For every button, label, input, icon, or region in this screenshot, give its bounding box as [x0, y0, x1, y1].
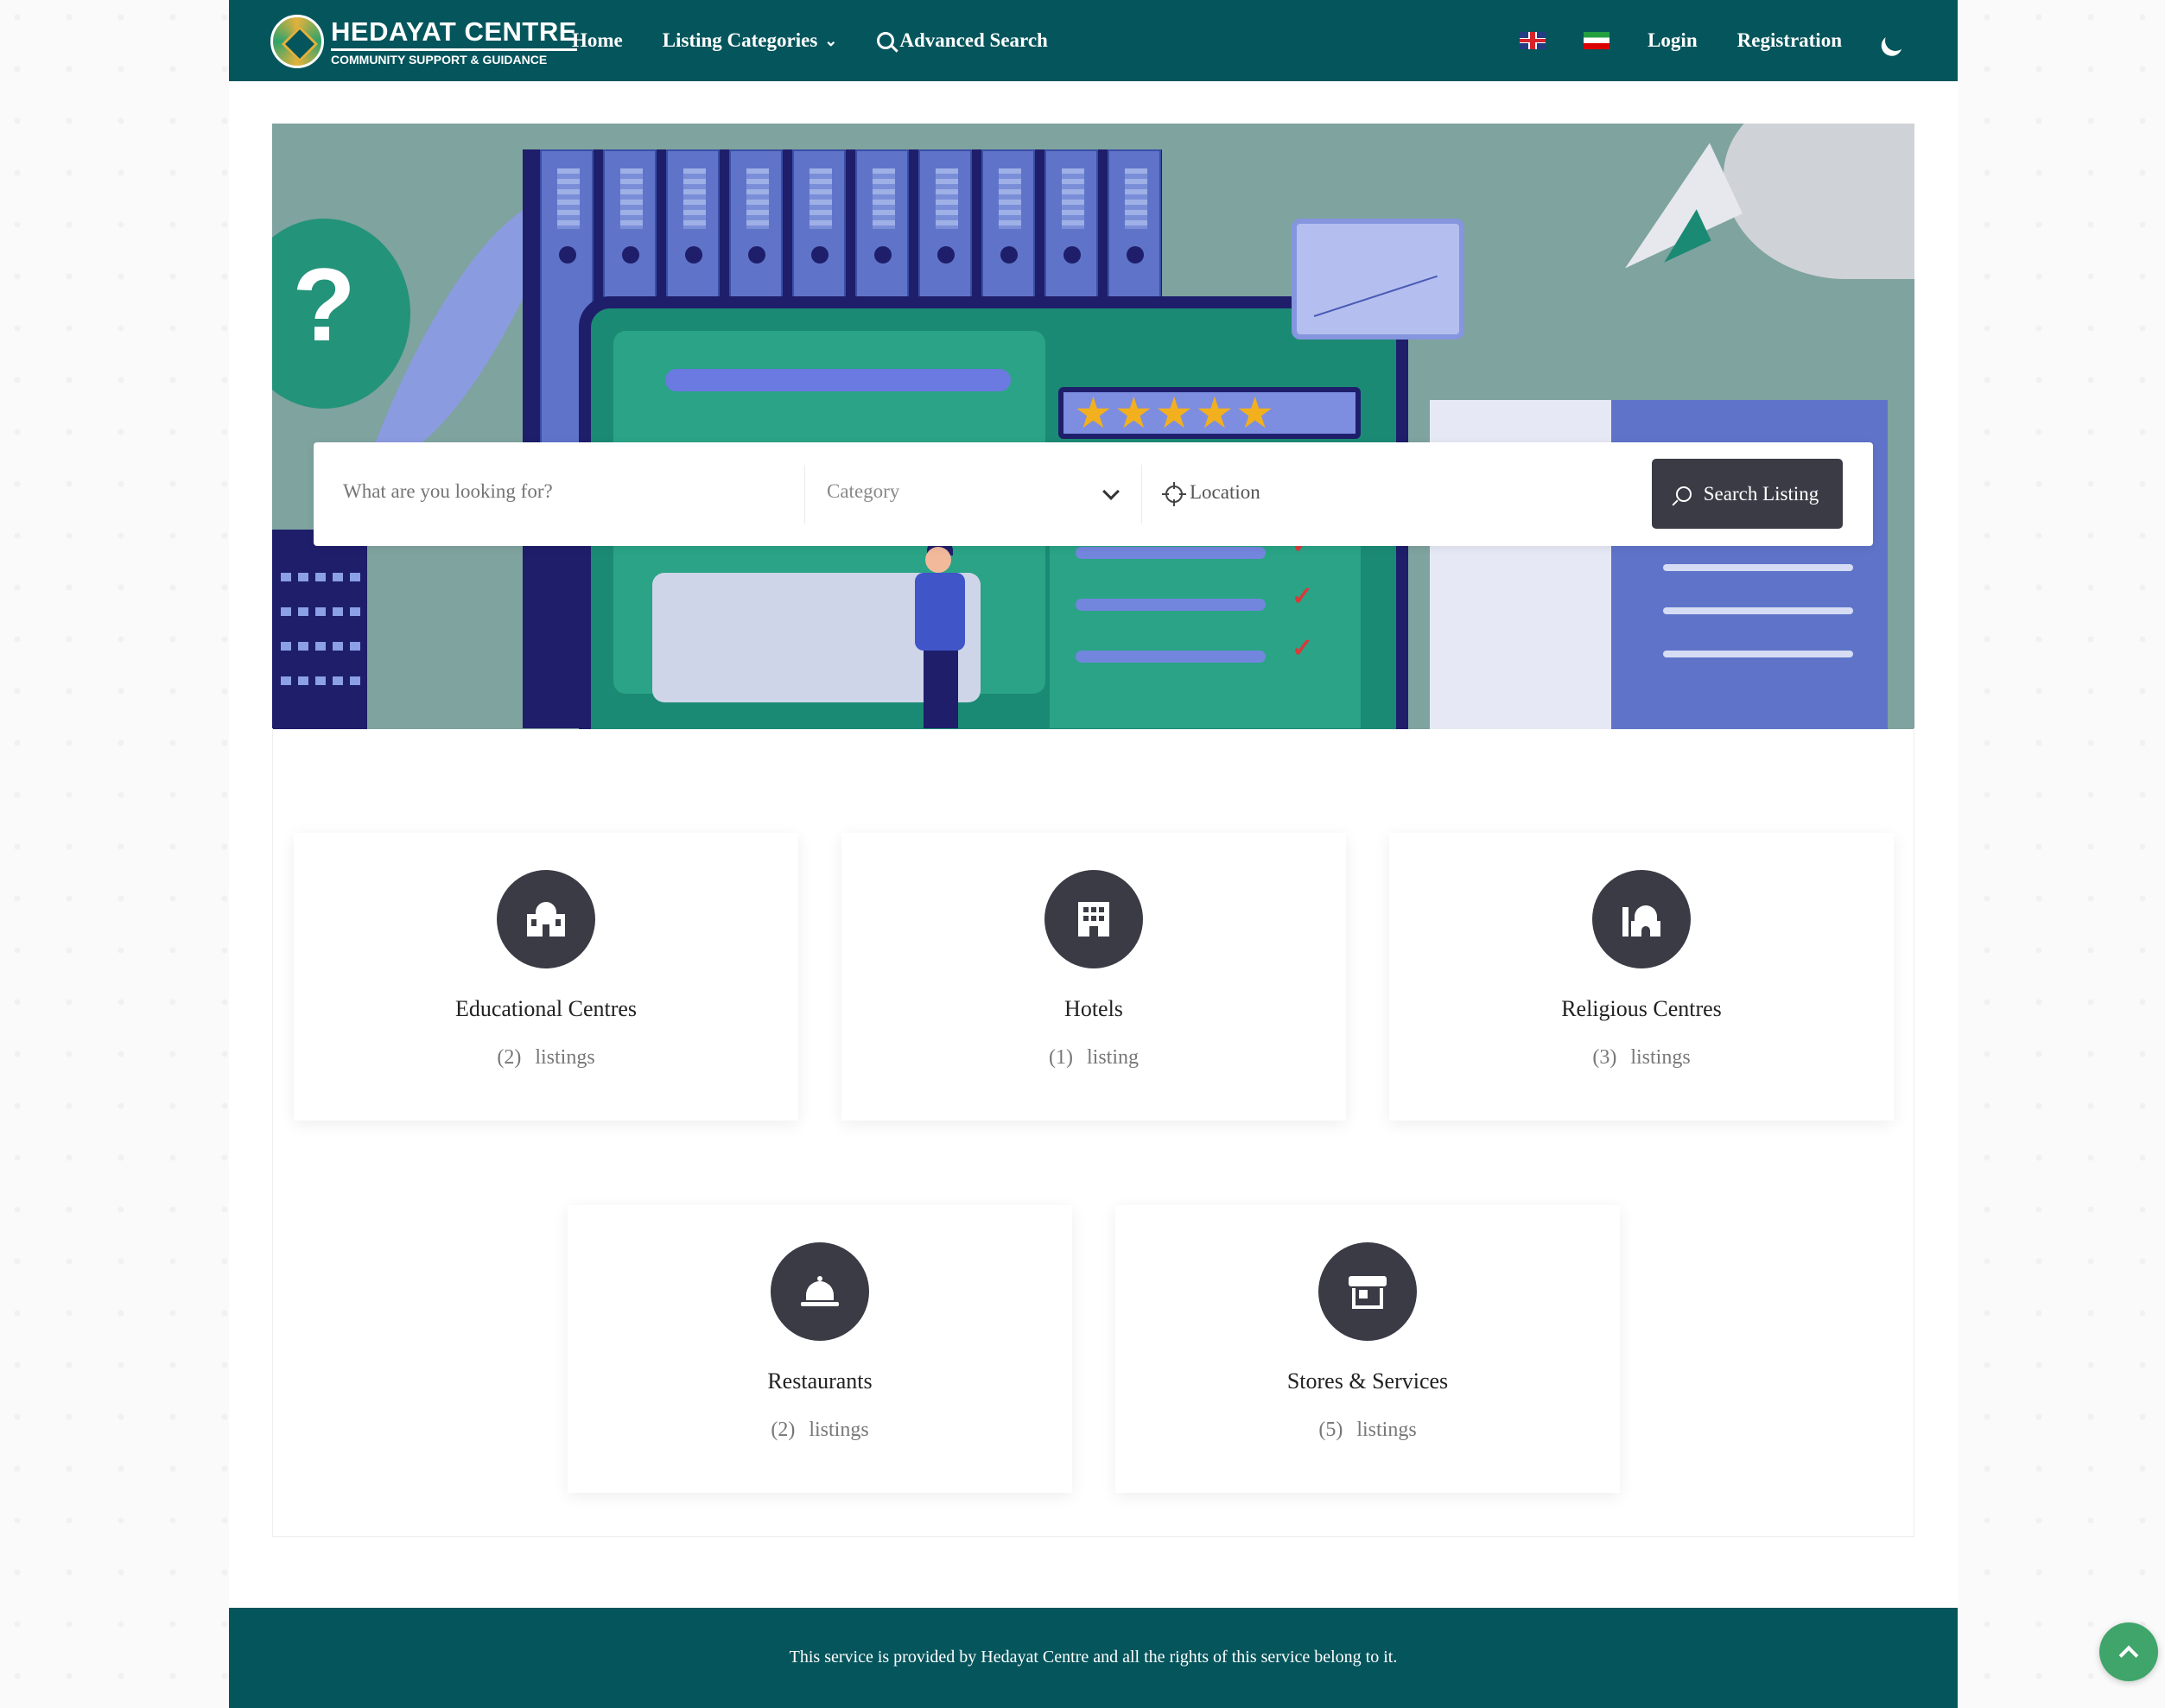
person-illustration: [894, 542, 972, 728]
category-count: (1) listing: [1049, 1046, 1139, 1069]
category-count: (2) listings: [771, 1419, 869, 1441]
category-select[interactable]: Category: [827, 480, 899, 503]
chevron-down-icon: ⌄: [824, 31, 838, 49]
category-name: Restaurants: [767, 1368, 873, 1394]
search-icon: [877, 32, 895, 49]
logo-emblem-icon: [270, 15, 324, 68]
calendar-illustration: [272, 530, 367, 729]
category-name: Stores & Services: [1286, 1368, 1449, 1394]
nav-login-label: Login: [1648, 29, 1698, 51]
logo-subtitle: COMMUNITY SUPPORT & GUIDANCE: [331, 48, 577, 67]
search-icon: [1675, 486, 1692, 502]
nav-home-label: Home: [572, 29, 623, 51]
category-card-religious-centres[interactable]: Religious Centres (3) listings: [1389, 833, 1894, 1121]
nav-registration[interactable]: Registration: [1737, 29, 1842, 52]
hotel-icon: [1044, 870, 1143, 968]
school-icon: [497, 870, 595, 968]
category-name: Hotels: [1064, 996, 1123, 1021]
divider: [804, 465, 805, 524]
keyword-search-input[interactable]: [343, 480, 758, 503]
category-count: (3) listings: [1592, 1046, 1691, 1069]
logo-title: HEDAYAT CENTRE: [331, 16, 577, 47]
rating-stars-illustration: ★★★★★: [1058, 387, 1361, 439]
scroll-to-top-button[interactable]: [2099, 1622, 2158, 1681]
crosshair-icon[interactable]: [1162, 482, 1186, 506]
category-count: (5) listings: [1318, 1419, 1417, 1441]
question-bubble-illustration: ?: [272, 219, 410, 409]
category-count: (2) listings: [497, 1046, 595, 1069]
category-card-restaurants[interactable]: Restaurants (2) listings: [568, 1205, 1072, 1493]
categories-section: Educational Centres (2) listings Hotels (…: [272, 728, 1914, 1537]
concierge-bell-icon: [771, 1242, 869, 1341]
site-logo[interactable]: HEDAYAT CENTRE COMMUNITY SUPPORT & GUIDA…: [270, 14, 577, 69]
category-card-educational-centres[interactable]: Educational Centres (2) listings: [294, 833, 798, 1121]
chevron-down-icon[interactable]: [1102, 483, 1120, 500]
top-navbar: HEDAYAT CENTRE COMMUNITY SUPPORT & GUIDA…: [229, 0, 1958, 81]
footer-copyright: This service is provided by Hedayat Cent…: [789, 1648, 1398, 1667]
chevron-up-icon: [2118, 1645, 2139, 1666]
listing-search-bar: Category Location Search Listing: [314, 442, 1873, 546]
category-card-stores-services[interactable]: Stores & Services (5) listings: [1115, 1205, 1620, 1493]
hero-banner: ? ★★★★★ ✓ ✓ ✓: [272, 124, 1914, 729]
nav-listing-categories[interactable]: Listing Categories ⌄: [663, 29, 838, 52]
nav-login[interactable]: Login: [1648, 29, 1698, 52]
nav-home[interactable]: Home: [572, 29, 623, 52]
main-nav: Home Listing Categories ⌄ Advanced Searc…: [572, 0, 1088, 81]
location-input[interactable]: Location: [1190, 481, 1260, 504]
nav-listing-categories-label: Listing Categories: [662, 29, 818, 51]
store-icon: [1318, 1242, 1417, 1341]
flag-iran-icon[interactable]: [1584, 32, 1610, 49]
category-name: Educational Centres: [454, 996, 638, 1021]
site-footer: This service is provided by Hedayat Cent…: [229, 1608, 1958, 1708]
category-name: Religious Centres: [1561, 996, 1722, 1021]
page-container: HEDAYAT CENTRE COMMUNITY SUPPORT & GUIDA…: [229, 0, 1958, 1708]
nav-advanced-search-label: Advanced Search: [899, 29, 1048, 51]
nav-advanced-search[interactable]: Advanced Search: [877, 29, 1048, 52]
chart-card-illustration: [1292, 219, 1464, 340]
flag-uk-icon[interactable]: [1520, 32, 1546, 49]
nav-right: Login Registration: [1520, 0, 1958, 81]
mosque-icon: [1592, 870, 1691, 968]
moon-icon[interactable]: [1882, 28, 1909, 54]
nav-registration-label: Registration: [1736, 29, 1842, 51]
search-listing-button-label: Search Listing: [1703, 482, 1819, 505]
checklist-illustration: ✓ ✓ ✓: [1050, 530, 1361, 728]
search-listing-button[interactable]: Search Listing: [1652, 459, 1843, 529]
divider: [1141, 465, 1142, 524]
category-card-hotels[interactable]: Hotels (1) listing: [841, 833, 1346, 1121]
